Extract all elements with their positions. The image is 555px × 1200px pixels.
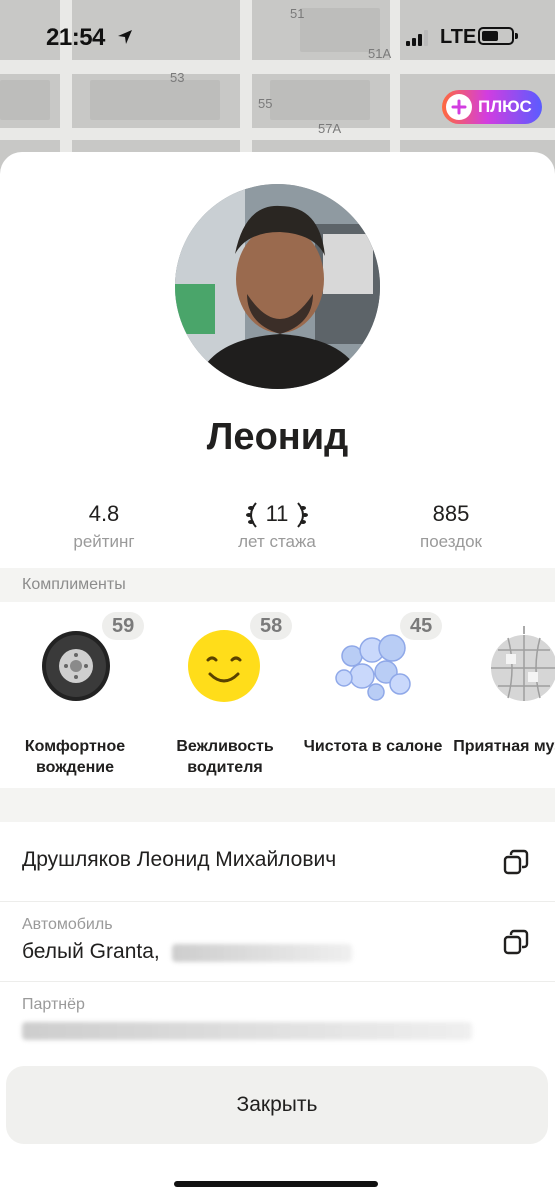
- experience-label: лет стажа: [238, 532, 316, 551]
- partner-name-redacted: [22, 1022, 472, 1040]
- stat-trips: 885 поездок: [381, 500, 521, 552]
- battery-icon: [478, 27, 518, 45]
- compliments-title: Комплименты: [0, 568, 555, 602]
- stat-rating: 4.8 рейтинг: [34, 500, 174, 552]
- partner-label: Партнёр: [22, 996, 85, 1013]
- network-type: LTE: [440, 26, 477, 48]
- compliment-label: Чистота в салоне: [303, 738, 443, 755]
- driver-fullname-row: Друшляков Леонид Михайлович: [0, 822, 555, 902]
- partner-row: Партнёр: [0, 982, 555, 1062]
- experience-value: 11: [265, 501, 289, 526]
- map-label: 57A: [318, 121, 342, 136]
- copy-icon[interactable]: [503, 849, 529, 875]
- car-value: белый Granta,: [22, 940, 160, 963]
- driver-sheet: Леонид 4.8 рейтинг 11 лет стажа 885 поез…: [0, 152, 555, 1200]
- trips-value: 885: [432, 501, 470, 526]
- section-divider: [0, 788, 555, 822]
- plus-label: ПЛЮС: [478, 97, 532, 116]
- car-row: Автомобиль белый Granta,: [0, 902, 555, 982]
- map-label: 53: [170, 70, 185, 85]
- map-label: 55: [258, 96, 273, 111]
- close-button[interactable]: Закрыть: [6, 1066, 548, 1144]
- smile-icon: [188, 630, 260, 702]
- trips-label: поездок: [420, 532, 482, 551]
- wheel-icon: [42, 631, 110, 701]
- compliment-label: Комфортное вождение: [24, 738, 126, 776]
- status-time: 21:54: [46, 24, 105, 51]
- bubbles-icon: [335, 634, 411, 701]
- laurel-icon: 11: [242, 500, 312, 530]
- disco-ball-icon: [491, 626, 555, 701]
- driver-avatar: [175, 184, 380, 389]
- signal-icon: [406, 30, 428, 46]
- rating-label: рейтинг: [73, 532, 135, 551]
- plus-logo-icon: [446, 94, 472, 120]
- rating-value: 4.8: [88, 501, 120, 526]
- compliment-label: Приятная музыка: [453, 738, 555, 755]
- plus-badge[interactable]: ПЛЮС: [442, 90, 542, 124]
- status-bar: 21:54 LTE: [0, 0, 555, 72]
- location-arrow-icon: [118, 30, 132, 44]
- car-label: Автомобиль: [22, 916, 113, 933]
- copy-icon[interactable]: [503, 929, 529, 955]
- car-plate-redacted: [172, 944, 352, 962]
- stat-experience: 11 лет стажа: [207, 500, 347, 552]
- driver-full-name: Друшляков Леонид Михайлович: [22, 848, 337, 871]
- compliment-label: Вежливость водителя: [176, 738, 274, 776]
- driver-name: Леонид: [206, 416, 349, 458]
- home-indicator: [174, 1181, 378, 1187]
